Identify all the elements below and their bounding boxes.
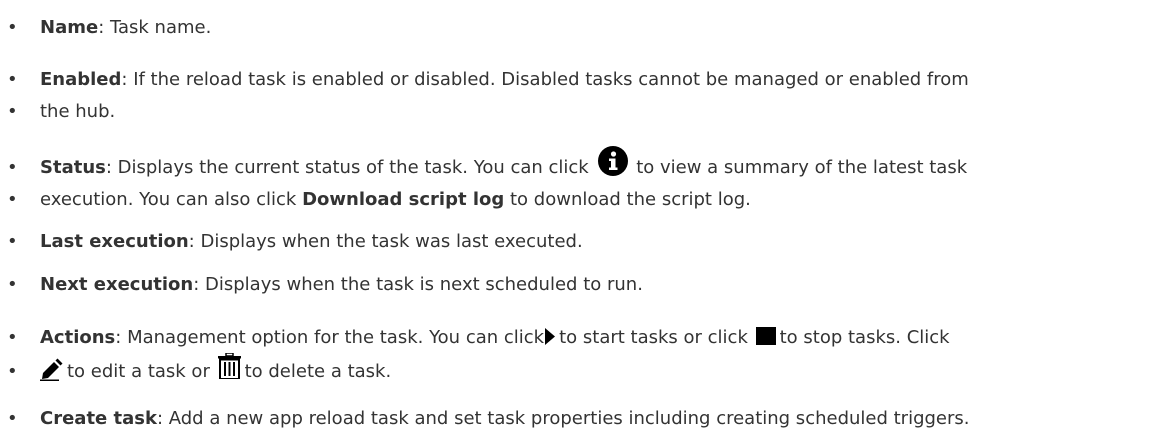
desc-status-b: to view a summary of the latest task <box>636 157 968 178</box>
desc-actions-d: to edit a task or <box>67 361 210 382</box>
bullet-list: Name: Task name. Enabled: If the reload … <box>0 0 1168 445</box>
term-last-execution: Last execution <box>40 231 189 252</box>
list-item-status: Status: Displays the current status of t… <box>7 146 1162 184</box>
desc-last-execution: : Displays when the task was last execut… <box>188 231 583 252</box>
list-item-actions: Actions: Management option for the task.… <box>7 322 1162 354</box>
desc-actions-e: to delete a task. <box>244 361 392 382</box>
trash-icon <box>217 353 241 379</box>
list-item-name: Name: Task name. <box>7 12 1162 44</box>
term-actions: Actions <box>40 327 116 348</box>
term-next-execution: Next execution <box>40 274 194 295</box>
info-circle-icon <box>598 146 629 176</box>
list-item-actions-cont: to edit a task or to delete a task. <box>7 353 1162 388</box>
desc-actions-c: to stop tasks. Click <box>779 327 950 348</box>
desc-create-task: : Add a new app reload task and set task… <box>156 408 970 429</box>
list-item-enabled: Enabled: If the reload task is enabled o… <box>7 64 1162 96</box>
desc-status-c: execution. You can also click <box>40 189 297 210</box>
play-icon <box>545 327 556 345</box>
list-item-enabled-cont: the hub. <box>7 96 1162 128</box>
stop-icon <box>755 327 776 345</box>
desc-enabled-cont: the hub. <box>40 101 116 122</box>
desc-status-a: : Displays the current status of the tas… <box>105 157 589 178</box>
download-script-log-label: Download script log <box>302 189 505 210</box>
list-item-next-execution: Next execution: Displays when the task i… <box>7 269 1162 301</box>
list-item-create-task: Create task: Add a new app reload task a… <box>7 403 1162 435</box>
pencil-icon <box>40 358 63 381</box>
list-item-status-cont: execution. You can also click Download s… <box>7 184 1162 216</box>
desc-status-d: to download the script log. <box>510 189 751 210</box>
term-create-task: Create task <box>40 408 157 429</box>
term-name: Name <box>40 17 99 38</box>
desc-actions-b: to start tasks or click <box>559 327 748 348</box>
desc-enabled: : If the reload task is enabled or disab… <box>121 69 969 90</box>
term-enabled: Enabled <box>40 69 122 90</box>
desc-name: : Task name. <box>98 17 212 38</box>
list-item-last-execution: Last execution: Displays when the task w… <box>7 226 1162 258</box>
term-status: Status <box>40 157 106 178</box>
desc-actions-a: : Management option for the task. You ca… <box>115 327 545 348</box>
desc-next-execution: : Displays when the task is next schedul… <box>193 274 643 295</box>
